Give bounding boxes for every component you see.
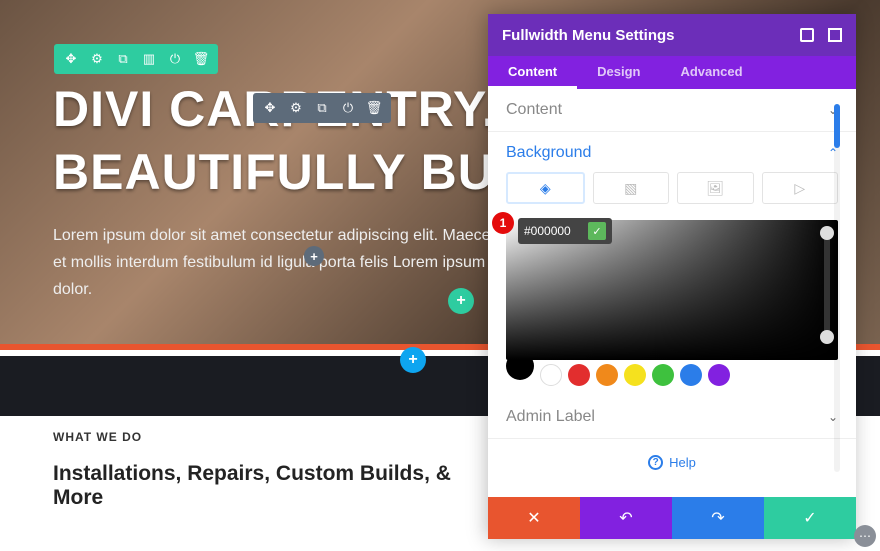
- trash-icon[interactable]: 🗑: [365, 99, 383, 117]
- undo-button[interactable]: ↶: [580, 497, 672, 539]
- save-button[interactable]: ✓: [764, 497, 856, 539]
- gear-icon[interactable]: ⚙: [287, 99, 305, 117]
- tab-content[interactable]: Content: [488, 56, 577, 89]
- tab-design[interactable]: Design: [577, 56, 660, 89]
- bg-tab-color[interactable]: ◈: [506, 172, 585, 204]
- card-headline: Installations, Repairs, Custom Builds, &…: [53, 462, 503, 510]
- tab-advanced[interactable]: Advanced: [660, 56, 762, 89]
- add-row-button[interactable]: +: [448, 288, 474, 314]
- help-link[interactable]: ? Help: [488, 439, 856, 470]
- help-label: Help: [669, 455, 696, 470]
- expand-icon[interactable]: [800, 28, 814, 42]
- background-type-tabs: ◈ ▧ 🖼 ▷: [488, 164, 856, 208]
- add-section-button[interactable]: +: [400, 347, 426, 373]
- swatch-purple[interactable]: [708, 364, 730, 386]
- bg-tab-image[interactable]: 🖼: [677, 172, 754, 204]
- scrollbar-track[interactable]: [834, 104, 840, 472]
- scrollbar-thumb[interactable]: [834, 104, 840, 148]
- swatch-green[interactable]: [652, 364, 674, 386]
- swatch-white[interactable]: [540, 364, 562, 386]
- section-admin-title: Admin Label: [506, 408, 595, 426]
- section-admin-label[interactable]: Admin Label ⌄: [488, 396, 856, 439]
- move-icon[interactable]: ✥: [261, 99, 279, 117]
- gear-icon[interactable]: ⚙: [88, 50, 106, 68]
- hex-input-row: ✓: [518, 218, 612, 244]
- settings-panel: Fullwidth Menu Settings Content Design A…: [488, 14, 856, 539]
- section-toolbar[interactable]: ✥ ⚙ ⧉ ▥ ⏻ 🗑: [54, 44, 218, 74]
- bg-tab-gradient[interactable]: ▧: [593, 172, 670, 204]
- move-icon[interactable]: ✥: [62, 50, 80, 68]
- cancel-button[interactable]: ✕: [488, 497, 580, 539]
- hue-slider[interactable]: [824, 226, 830, 344]
- section-content[interactable]: Content ⌄: [488, 89, 856, 132]
- annotation-badge: 1: [492, 212, 514, 234]
- module-toolbar[interactable]: ✥ ⚙ ⧉ ⏻ 🗑: [253, 93, 391, 123]
- section-background-title: Background: [506, 144, 591, 162]
- trash-icon[interactable]: 🗑: [192, 50, 210, 68]
- hue-handle-bottom[interactable]: [820, 330, 834, 344]
- panel-tabs: Content Design Advanced: [488, 56, 856, 89]
- columns-icon[interactable]: ▥: [140, 50, 158, 68]
- eyebrow-text: WHAT WE DO: [53, 430, 503, 444]
- duplicate-icon[interactable]: ⧉: [114, 50, 132, 68]
- swatch-blue[interactable]: [680, 364, 702, 386]
- confirm-color-button[interactable]: ✓: [588, 222, 606, 240]
- duplicate-icon[interactable]: ⧉: [313, 99, 331, 117]
- swatch-yellow[interactable]: [624, 364, 646, 386]
- panel-header: Fullwidth Menu Settings: [488, 14, 856, 56]
- power-icon[interactable]: ⏻: [339, 99, 357, 117]
- add-module-button[interactable]: +: [304, 246, 324, 266]
- swatch-red[interactable]: [568, 364, 590, 386]
- panel-footer: ✕ ↶ ↷ ✓: [488, 497, 856, 539]
- hue-handle-top[interactable]: [820, 226, 834, 240]
- swatch-orange[interactable]: [596, 364, 618, 386]
- power-icon[interactable]: ⏻: [166, 50, 184, 68]
- content-card: WHAT WE DO Installations, Repairs, Custo…: [53, 430, 503, 510]
- color-picker: 1 ✓: [488, 208, 856, 360]
- hex-input[interactable]: [524, 224, 582, 238]
- snap-icon[interactable]: [828, 28, 842, 42]
- color-swatches: [488, 360, 856, 396]
- section-background[interactable]: Background ⌃: [488, 132, 856, 164]
- help-icon: ?: [648, 455, 663, 470]
- section-content-title: Content: [506, 101, 562, 119]
- builder-fab[interactable]: ⋯: [854, 525, 876, 547]
- redo-button[interactable]: ↷: [672, 497, 764, 539]
- panel-title: Fullwidth Menu Settings: [502, 27, 675, 44]
- bg-tab-video[interactable]: ▷: [762, 172, 839, 204]
